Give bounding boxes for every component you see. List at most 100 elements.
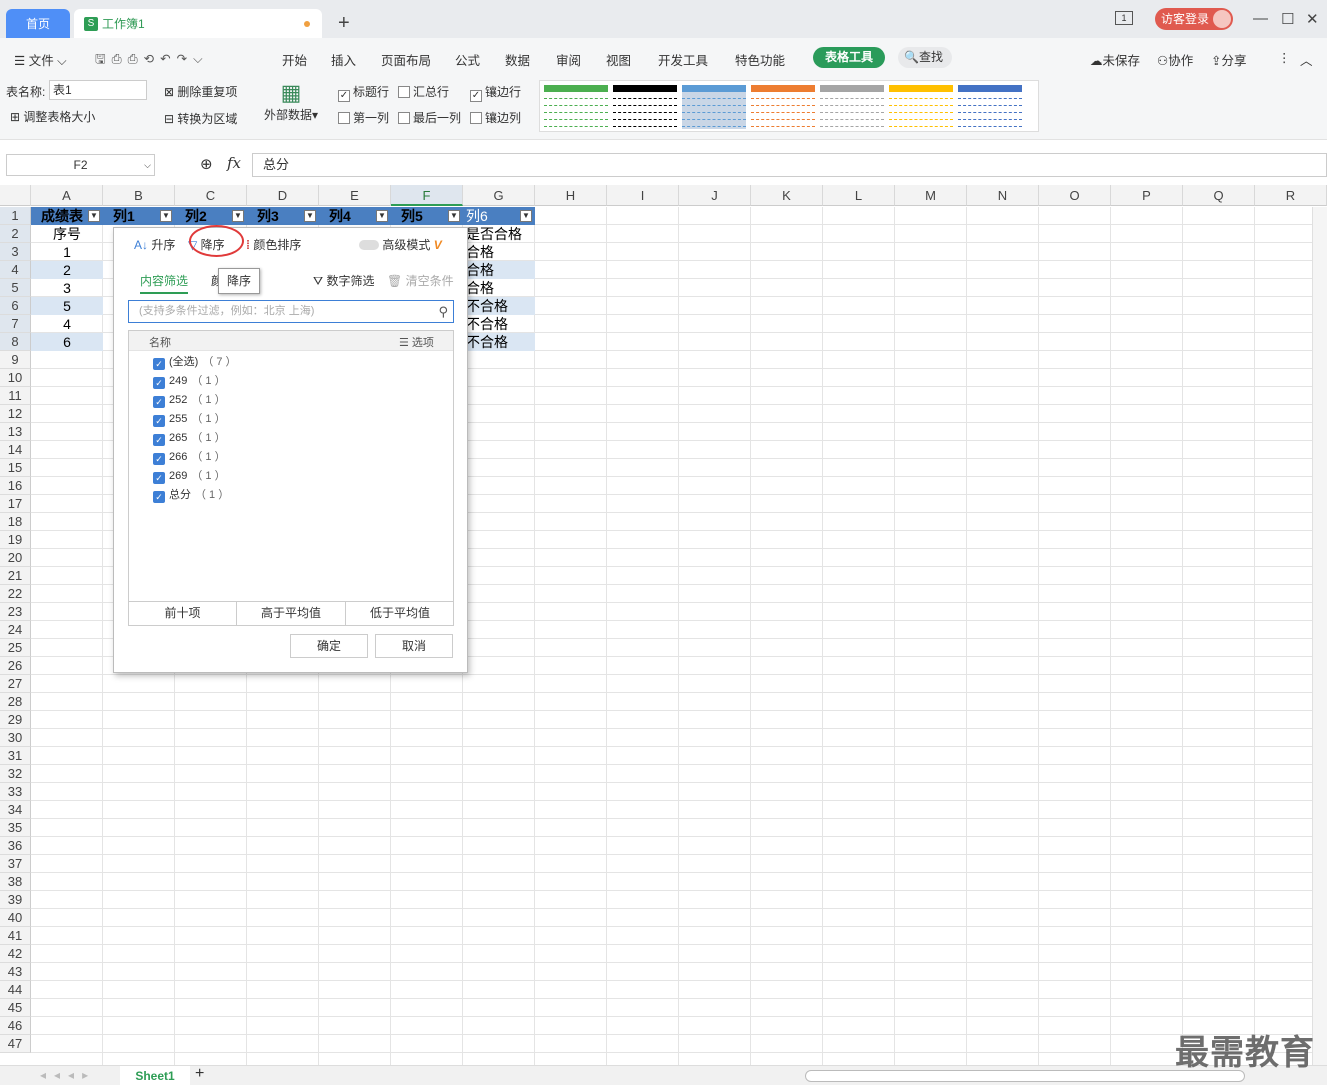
filter-list-item[interactable]: ✓ 252 （ 1 ） (153, 391, 226, 410)
filter-list-item[interactable]: ✓ 255 （ 1 ） (153, 410, 226, 429)
row-header[interactable]: 25 (0, 639, 31, 657)
table-cell[interactable]: 6 (31, 333, 103, 351)
row-header[interactable]: 47 (0, 1035, 31, 1053)
row-header[interactable]: 23 (0, 603, 31, 621)
column-header-N[interactable]: N (967, 185, 1039, 206)
row-header[interactable]: 27 (0, 675, 31, 693)
row-header[interactable]: 21 (0, 567, 31, 585)
file-menu[interactable]: ☰ 文件 ⌵ (14, 50, 67, 69)
filter-dropdown-icon[interactable]: ▼ (448, 210, 460, 222)
row-header[interactable]: 19 (0, 531, 31, 549)
option-first-column[interactable]: 第一列 (338, 109, 389, 126)
table-style-swatch[interactable] (613, 85, 677, 129)
sort-ascending-button[interactable]: A↓ 升序 (134, 236, 175, 253)
number-filter-button[interactable]: ⛛ 数字筛选 (313, 272, 374, 289)
table-style-swatch[interactable] (682, 85, 746, 129)
add-sheet-icon[interactable]: + (195, 1065, 204, 1083)
menu-review[interactable]: 审阅 (556, 50, 581, 69)
formula-input[interactable]: 总分 (252, 153, 1327, 177)
row-header[interactable]: 26 (0, 657, 31, 675)
option-banded-columns[interactable]: 镶边列 (470, 109, 521, 126)
row-header[interactable]: 44 (0, 981, 31, 999)
row-header[interactable]: 11 (0, 387, 31, 405)
row-header[interactable]: 40 (0, 909, 31, 927)
filter-list-item[interactable]: ✓ 269 （ 1 ） (153, 467, 226, 486)
filter-search-input[interactable]: (支持多条件过滤，例如：北京 上海) ⚲ (128, 300, 454, 323)
find-button[interactable]: 🔍查找 (898, 47, 952, 68)
row-header[interactable]: 41 (0, 927, 31, 945)
list-options-button[interactable]: ☰ 选项 (399, 334, 434, 350)
row-header[interactable]: 35 (0, 819, 31, 837)
row-header[interactable]: 42 (0, 945, 31, 963)
collapse-ribbon-icon[interactable]: ︿ (1300, 50, 1313, 69)
quick-access-icons[interactable]: 🖫⎙⎙⟲↶↷⌵ (95, 50, 209, 71)
resize-table-button[interactable]: ⊞ 调整表格大小 (10, 108, 95, 125)
column-header-A[interactable]: A (31, 185, 103, 206)
table-header-cell[interactable]: 成绩表 ▼ (31, 207, 103, 225)
tab-content-filter[interactable]: 内容筛选 (140, 272, 189, 294)
column-header-O[interactable]: O (1039, 185, 1111, 206)
option-banded-rows[interactable]: ✓ 镶边行 (470, 83, 521, 102)
share-button[interactable]: ⇪分享 (1211, 50, 1247, 69)
row-header[interactable]: 46 (0, 1017, 31, 1035)
menu-page-layout[interactable]: 页面布局 (381, 50, 431, 69)
menu-formula[interactable]: 公式 (455, 50, 480, 69)
column-header-D[interactable]: D (247, 185, 319, 206)
unsaved-button[interactable]: ☁未保存 (1090, 50, 1140, 69)
vertical-scrollbar[interactable] (1312, 207, 1327, 1065)
row-header[interactable]: 9 (0, 351, 31, 369)
table-cell[interactable]: 不合格 (463, 333, 535, 351)
cancel-button[interactable]: 取消 (375, 634, 453, 658)
table-cell[interactable]: 1 (31, 243, 103, 261)
fx-icon[interactable]: fx (227, 154, 241, 172)
table-cell[interactable]: 合格 (463, 243, 535, 261)
column-header-P[interactable]: P (1111, 185, 1183, 206)
row-header[interactable]: 13 (0, 423, 31, 441)
column-header-B[interactable]: B (103, 185, 175, 206)
row-header[interactable]: 15 (0, 459, 31, 477)
below-average-button[interactable]: 低于平均值 (346, 602, 454, 625)
table-header-cell[interactable]: 列1 ▼ (103, 207, 175, 225)
table-style-swatch[interactable] (751, 85, 815, 129)
above-average-button[interactable]: 高于平均值 (237, 602, 346, 625)
tab-table-tools[interactable]: 表格工具 (813, 47, 885, 68)
row-header[interactable]: 7 (0, 315, 31, 333)
login-button[interactable]: 访客登录 (1155, 8, 1233, 30)
row-header[interactable]: 24 (0, 621, 31, 639)
row-header[interactable]: 37 (0, 855, 31, 873)
menu-view[interactable]: 视图 (606, 50, 631, 69)
top-ten-button[interactable]: 前十项 (129, 602, 237, 625)
table-cell[interactable]: 4 (31, 315, 103, 333)
table-header-cell[interactable]: 列4 ▼ (319, 207, 391, 225)
filter-dropdown-icon[interactable]: ▼ (160, 210, 172, 222)
row-header[interactable]: 10 (0, 369, 31, 387)
column-header-J[interactable]: J (679, 185, 751, 206)
filter-list-item[interactable]: ✓ 266 （ 1 ） (153, 448, 226, 467)
row-header[interactable]: 5 (0, 279, 31, 297)
table-cell[interactable]: 不合格 (463, 315, 535, 333)
row-header[interactable]: 22 (0, 585, 31, 603)
minimize-icon[interactable]: — (1253, 10, 1268, 27)
filter-dropdown-icon[interactable]: ▼ (88, 210, 100, 222)
row-header[interactable]: 34 (0, 801, 31, 819)
row-header[interactable]: 39 (0, 891, 31, 909)
table-cell[interactable]: 合格 (463, 279, 535, 297)
table-cell[interactable]: 不合格 (463, 297, 535, 315)
filter-dropdown-icon[interactable]: ▼ (520, 210, 532, 222)
row-header[interactable]: 16 (0, 477, 31, 495)
advanced-mode-toggle[interactable]: 高级模式 V (359, 236, 442, 253)
more-icon[interactable]: ⋮ (1278, 50, 1291, 65)
filter-list-item[interactable]: ✓ (全选) （ 7 ） (153, 353, 237, 372)
row-header[interactable]: 2 (0, 225, 31, 243)
select-all-corner[interactable] (0, 185, 31, 206)
row-header[interactable]: 30 (0, 729, 31, 747)
column-header-Q[interactable]: Q (1183, 185, 1255, 206)
filter-dropdown-icon[interactable]: ▼ (232, 210, 244, 222)
row-header[interactable]: 18 (0, 513, 31, 531)
ok-button[interactable]: 确定 (290, 634, 368, 658)
row-header[interactable]: 28 (0, 693, 31, 711)
menu-home[interactable]: 开始 (282, 50, 307, 69)
table-cell[interactable]: 5 (31, 297, 103, 315)
sheet-tab[interactable]: Sheet1 (120, 1066, 190, 1086)
row-header[interactable]: 36 (0, 837, 31, 855)
